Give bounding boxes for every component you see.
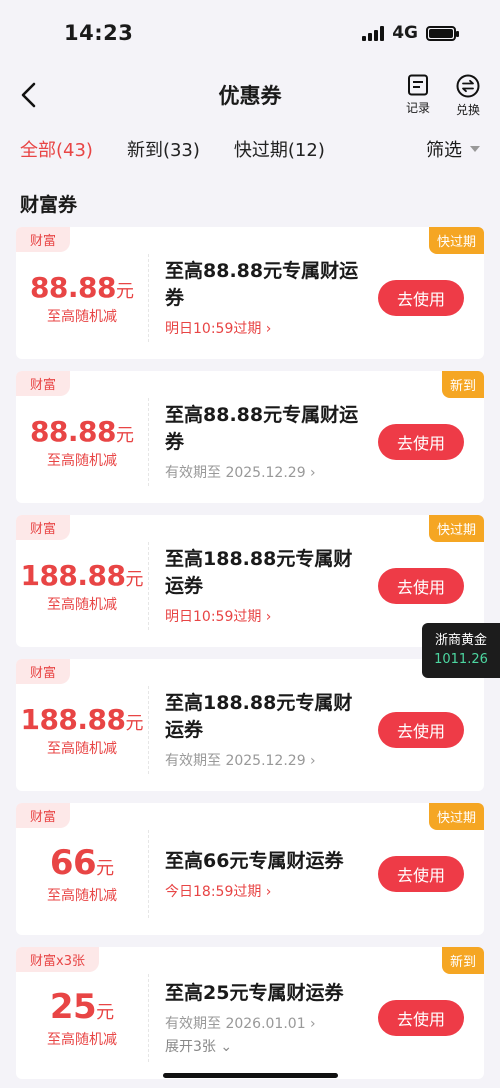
amount-subtitle: 至高随机减	[47, 308, 117, 325]
amount-subtitle: 至高随机减	[47, 596, 117, 613]
amount-subtitle: 至高随机减	[47, 740, 117, 757]
coupon-tag: 财富	[16, 371, 71, 396]
coupon-tag: 财富	[16, 227, 71, 252]
tab-new[interactable]: 新到(33)	[127, 136, 200, 162]
coupon-expiry[interactable]: 明日10:59过期 ›	[165, 606, 378, 626]
record-icon	[407, 74, 428, 96]
coupon-title: 至高88.88元专属财运券	[165, 260, 359, 309]
coupon-tag: 财富	[16, 659, 71, 684]
amount-subtitle: 至高随机减	[47, 452, 117, 469]
home-indicator[interactable]	[163, 1073, 338, 1078]
status-time: 14:23	[64, 21, 134, 45]
tab-expiring[interactable]: 快过期(12)	[234, 136, 325, 162]
coupon-badge: 快过期	[428, 515, 484, 542]
coupon-amount: 188.88元 至高随机减	[16, 693, 148, 758]
record-label: 记录	[405, 101, 430, 115]
use-button[interactable]: 去使用	[378, 280, 464, 316]
nav-bar: 优惠券 记录 兑换	[0, 66, 500, 124]
coupon-expiry[interactable]: 有效期至 2026.01.01 ›	[165, 1013, 378, 1033]
coupon-tag: 财富	[16, 803, 71, 828]
coupon-expiry[interactable]: 明日10:59过期 ›	[165, 318, 378, 338]
record-button[interactable]: 记录	[406, 74, 430, 118]
coupon-info: 至高88.88元专属财运券 有效期至 2025.12.29 ›	[149, 392, 378, 482]
battery-icon	[426, 25, 459, 41]
amount-value: 88.88	[29, 270, 117, 304]
expand-button[interactable]: 展开3张 ⌄	[165, 1036, 378, 1056]
signal-icon	[362, 25, 385, 41]
amount-value: 188.88	[20, 702, 126, 736]
coupon-card: 财富x3张 新到 25元 至高随机减 至高25元专属财运券 有效期至 2026.…	[16, 947, 484, 1079]
use-button[interactable]: 去使用	[378, 856, 464, 892]
amount-value: 88.88	[29, 414, 117, 448]
filter-button[interactable]: 筛选	[426, 136, 480, 162]
chevron-left-icon	[21, 82, 36, 108]
filter-label: 筛选	[426, 140, 462, 161]
coupon-info: 至高66元专属财运券 今日18:59过期 ›	[149, 838, 378, 901]
gold-price-widget[interactable]: 浙商黄金 1011.26	[422, 623, 500, 678]
amount-unit: 元	[96, 858, 115, 879]
exchange-label: 兑换	[455, 103, 480, 117]
use-button[interactable]: 去使用	[378, 424, 464, 460]
coupon-card: 财富 188.88元 至高随机减 至高188.88元专属财运券 有效期至 202…	[16, 659, 484, 791]
exchange-button[interactable]: 兑换	[456, 74, 480, 118]
amount-subtitle: 至高随机减	[47, 888, 117, 904]
coupon-title: 至高66元专属财运券	[165, 849, 344, 872]
coupon-amount: 88.88元 至高随机减	[16, 405, 148, 470]
back-button[interactable]	[16, 78, 46, 112]
coupon-amount: 25元 至高随机减	[16, 977, 148, 1049]
amount-unit: 元	[116, 424, 135, 446]
page-title: 优惠券	[218, 84, 282, 108]
amount-unit: 元	[96, 1002, 115, 1023]
amount-value: 66	[49, 843, 97, 883]
coupon-card: 财富 新到 88.88元 至高随机减 至高88.88元专属财运券 有效期至 20…	[16, 371, 484, 503]
coupon-badge: 新到	[441, 371, 484, 398]
coupon-title: 至高188.88元专属财运券	[165, 692, 353, 741]
network-type: 4G	[392, 23, 418, 43]
coupon-info: 至高25元专属财运券 有效期至 2026.01.01 › 展开3张 ⌄	[149, 970, 378, 1056]
coupon-expiry[interactable]: 有效期至 2025.12.29 ›	[165, 462, 378, 482]
use-button[interactable]: 去使用	[378, 712, 464, 748]
tab-all[interactable]: 全部(43)	[20, 136, 93, 162]
coupon-info: 至高188.88元专属财运券 明日10:59过期 ›	[149, 536, 378, 626]
coupon-info: 至高188.88元专属财运券 有效期至 2025.12.29 ›	[149, 680, 378, 770]
coupon-tag: 财富	[16, 515, 71, 540]
amount-value: 25	[49, 987, 97, 1027]
coupon-info: 至高88.88元专属财运券 明日10:59过期 ›	[149, 248, 378, 338]
nav-actions: 记录 兑换	[406, 74, 480, 118]
coupon-badge: 新到	[441, 947, 484, 974]
exchange-icon	[456, 74, 480, 98]
filter-tabs: 全部(43) 新到(33) 快过期(12) 筛选	[0, 124, 500, 174]
coupon-tag: 财富x3张	[16, 947, 99, 972]
coupon-title: 至高188.88元专属财运券	[165, 548, 353, 597]
coupon-amount: 188.88元 至高随机减	[16, 549, 148, 614]
coupon-title: 至高25元专属财运券	[165, 982, 344, 1004]
caret-down-icon	[470, 146, 480, 152]
use-button[interactable]: 去使用	[378, 568, 464, 604]
coupon-expiry[interactable]: 今日18:59过期 ›	[165, 881, 378, 901]
amount-unit: 元	[125, 712, 144, 734]
amount-subtitle: 至高随机减	[47, 1032, 117, 1048]
coupon-amount: 66元 至高随机减	[16, 833, 148, 905]
amount-unit: 元	[116, 280, 135, 302]
use-button[interactable]: 去使用	[378, 1000, 464, 1036]
amount-value: 188.88	[20, 558, 126, 592]
coupon-card: 财富 快过期 88.88元 至高随机减 至高88.88元专属财运券 明日10:5…	[16, 227, 484, 359]
status-bar: 14:23 4G	[0, 0, 500, 66]
coupon-card: 财富 快过期 66元 至高随机减 至高66元专属财运券 今日18:59过期 › …	[16, 803, 484, 935]
gold-value: 1011.26	[434, 652, 488, 667]
coupon-badge: 快过期	[428, 803, 484, 830]
status-icons: 4G	[362, 23, 459, 43]
amount-unit: 元	[125, 568, 144, 590]
coupon-card: 财富 快过期 188.88元 至高随机减 至高188.88元专属财运券 明日10…	[16, 515, 484, 647]
coupon-title: 至高88.88元专属财运券	[165, 404, 359, 453]
coupon-badge: 快过期	[428, 227, 484, 254]
coupon-amount: 88.88元 至高随机减	[16, 261, 148, 326]
gold-name: 浙商黄金	[434, 633, 487, 648]
coupon-expiry[interactable]: 有效期至 2025.12.29 ›	[165, 750, 378, 770]
section-title: 财富券	[20, 194, 78, 216]
